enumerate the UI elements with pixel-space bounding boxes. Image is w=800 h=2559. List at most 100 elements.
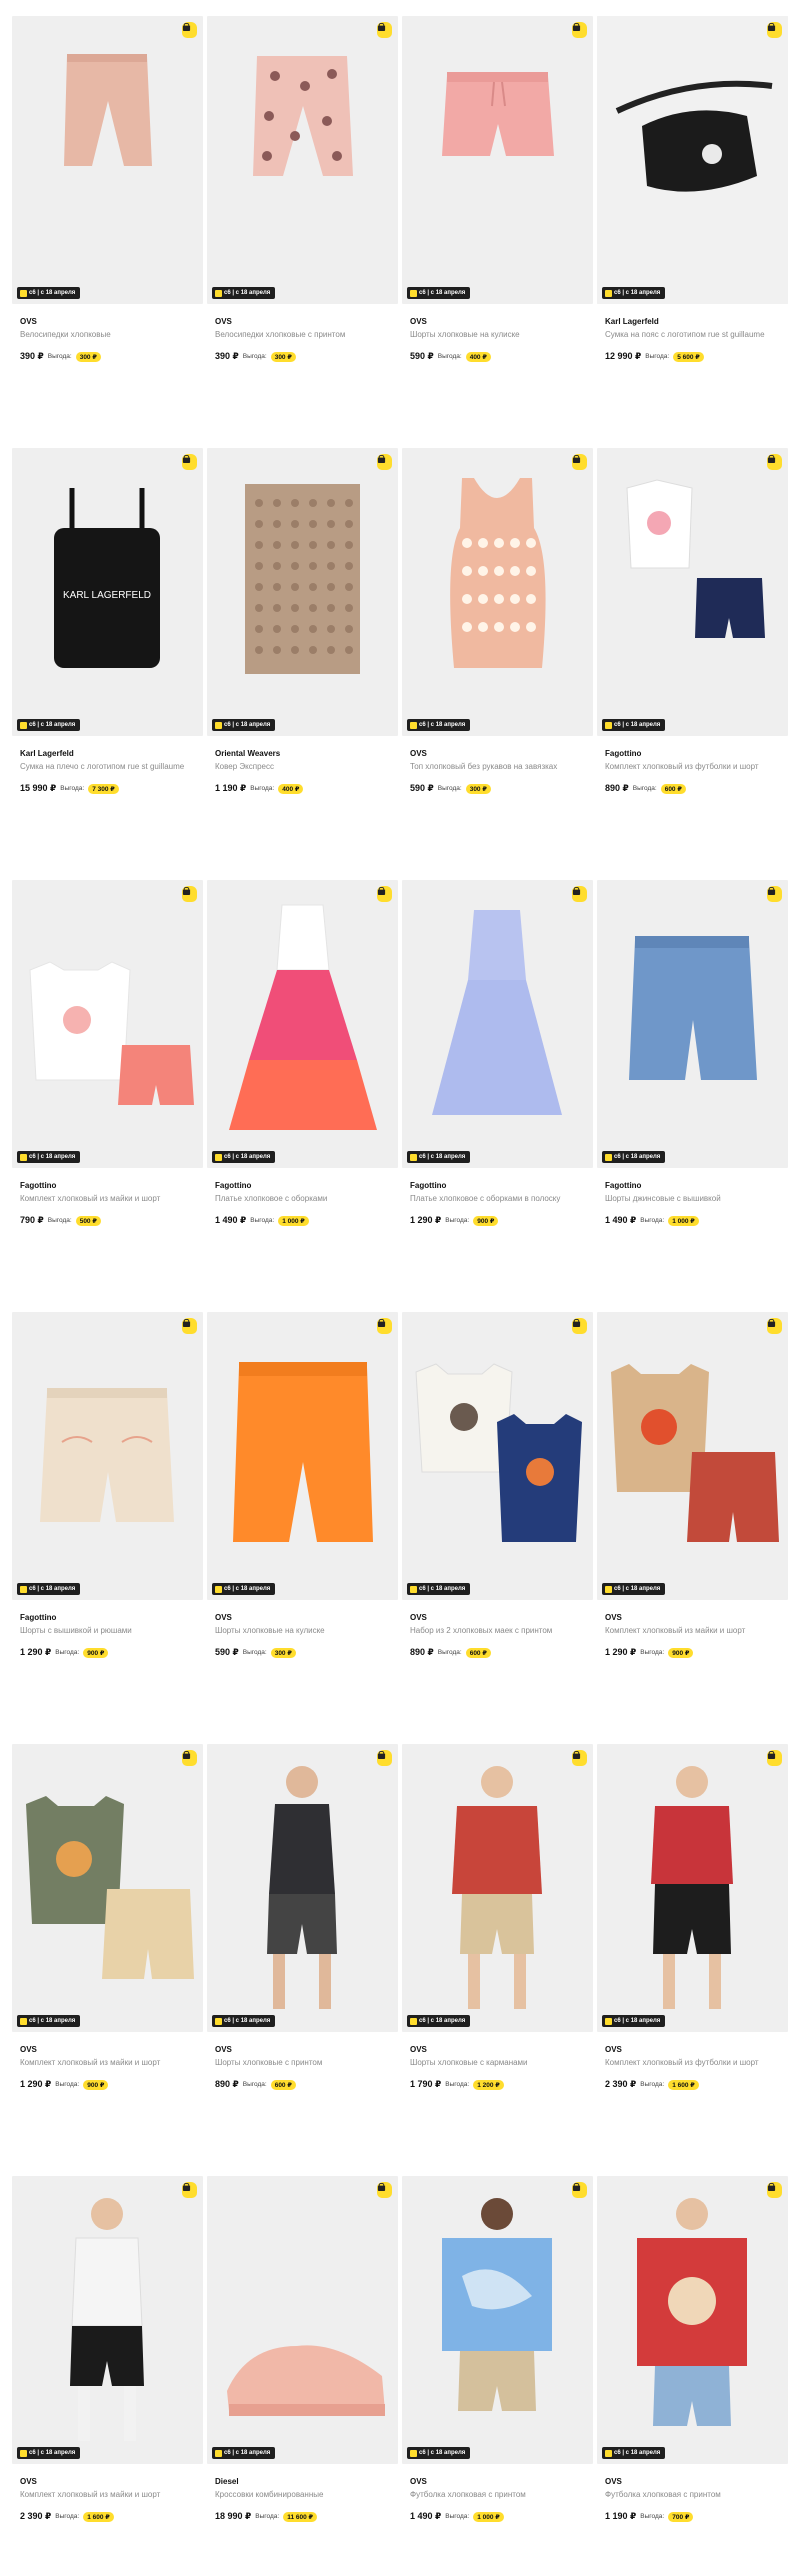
product-photo[interactable]: c6 | c 18 апреля <box>402 1744 593 2032</box>
favorite-icon[interactable] <box>377 2182 392 2198</box>
product-brand[interactable]: Fagottino <box>20 1181 203 1191</box>
product-photo[interactable]: c6 | c 18 апреля <box>207 1312 398 1600</box>
product-card[interactable]: c6 | c 18 апреля Fagottino Шорты с вышив… <box>12 1312 203 1742</box>
product-card[interactable]: c6 | c 18 апреля OVS Комплект хлопковый … <box>597 1312 788 1742</box>
product-photo[interactable]: c6 | c 18 апреля <box>597 448 788 736</box>
product-title[interactable]: Футболка хлопковая с принтом <box>410 2490 580 2500</box>
favorite-icon[interactable] <box>377 22 392 38</box>
favorite-icon[interactable] <box>767 2182 782 2198</box>
product-photo[interactable]: c6 | c 18 апреля <box>12 2176 203 2464</box>
product-photo[interactable]: c6 | c 18 апреля <box>207 2176 398 2464</box>
favorite-icon[interactable] <box>572 22 587 38</box>
product-title[interactable]: Велосипедки хлопковые с принтом <box>215 330 385 340</box>
product-title[interactable]: Ковер Экспресс <box>215 762 385 772</box>
product-card[interactable]: c6 | c 18 апреля OVS Футболка хлопковая … <box>402 2176 593 2559</box>
favorite-icon[interactable] <box>377 1318 392 1334</box>
product-brand[interactable]: Fagottino <box>605 1181 788 1191</box>
product-photo[interactable]: c6 | c 18 апреля <box>402 2176 593 2464</box>
product-card[interactable]: c6 | c 18 апреля OVS Комплект хлопковый … <box>12 2176 203 2559</box>
product-photo[interactable]: c6 | c 18 апреля <box>402 1312 593 1600</box>
product-brand[interactable]: OVS <box>20 317 203 327</box>
product-title[interactable]: Платье хлопковое с оборками <box>215 1194 385 1204</box>
product-card[interactable]: c6 | c 18 апреля OVS Шорты хлопковые с к… <box>402 1744 593 2174</box>
product-title[interactable]: Комплект хлопковый из футболки и шорт <box>605 2058 775 2068</box>
favorite-icon[interactable] <box>182 1318 197 1334</box>
product-card[interactable]: c6 | c 18 апреля OVS Комплект хлопковый … <box>12 1744 203 2174</box>
product-brand[interactable]: Fagottino <box>20 1613 203 1623</box>
favorite-icon[interactable] <box>182 1750 197 1766</box>
product-photo[interactable]: c6 | c 18 апреля <box>207 1744 398 2032</box>
product-title[interactable]: Комплект хлопковый из майки и шорт <box>20 1194 190 1204</box>
product-title[interactable]: Шорты хлопковые на кулиске <box>410 330 580 340</box>
product-card[interactable]: KARL LAGERFELD c6 | c 18 апреля Karl Lag… <box>12 448 203 878</box>
product-photo[interactable]: c6 | c 18 апреля <box>597 16 788 304</box>
product-brand[interactable]: OVS <box>410 317 593 327</box>
product-title[interactable]: Сумка на пояс с логотипом rue st guillau… <box>605 330 775 340</box>
product-brand[interactable]: OVS <box>410 2477 593 2487</box>
product-photo[interactable]: c6 | c 18 апреля <box>402 16 593 304</box>
favorite-icon[interactable] <box>767 886 782 902</box>
product-brand[interactable]: Oriental Weavers <box>215 749 398 759</box>
product-title[interactable]: Комплект хлопковый из майки и шорт <box>20 2058 190 2068</box>
product-card[interactable]: c6 | c 18 апреля Fagottino Платье хлопко… <box>402 880 593 1310</box>
product-photo[interactable]: c6 | c 18 апреля <box>12 880 203 1168</box>
product-card[interactable]: c6 | c 18 апреля Fagottino Шорты джинсов… <box>597 880 788 1310</box>
product-card[interactable]: c6 | c 18 апреля OVS Велосипедки хлопков… <box>12 16 203 446</box>
product-brand[interactable]: OVS <box>215 1613 398 1623</box>
product-photo[interactable]: c6 | c 18 апреля <box>402 448 593 736</box>
product-card[interactable]: c6 | c 18 апреля Fagottino Комплект хлоп… <box>597 448 788 878</box>
product-title[interactable]: Футболка хлопковая с принтом <box>605 2490 775 2500</box>
product-card[interactable]: c6 | c 18 апреля OVS Набор из 2 хлопковы… <box>402 1312 593 1742</box>
product-title[interactable]: Сумка на плечо с логотипом rue st guilla… <box>20 762 190 772</box>
product-photo[interactable]: c6 | c 18 апреля <box>597 880 788 1168</box>
product-photo[interactable]: c6 | c 18 апреля <box>12 16 203 304</box>
product-card[interactable]: c6 | c 18 апреля Diesel Кроссовки комбин… <box>207 2176 398 2559</box>
product-photo[interactable]: c6 | c 18 апреля <box>597 1744 788 2032</box>
product-title[interactable]: Шорты хлопковые на кулиске <box>215 1626 385 1636</box>
favorite-icon[interactable] <box>377 886 392 902</box>
favorite-icon[interactable] <box>767 1318 782 1334</box>
favorite-icon[interactable] <box>572 1318 587 1334</box>
product-title[interactable]: Набор из 2 хлопковых маек с принтом <box>410 1626 580 1636</box>
product-brand[interactable]: OVS <box>20 2045 203 2055</box>
product-card[interactable]: c6 | c 18 апреля OVS Велосипедки хлопков… <box>207 16 398 446</box>
product-card[interactable]: c6 | c 18 апреля Fagottino Платье хлопко… <box>207 880 398 1310</box>
product-photo[interactable]: c6 | c 18 апреля <box>402 880 593 1168</box>
product-card[interactable]: c6 | c 18 апреля Karl Lagerfeld Сумка на… <box>597 16 788 446</box>
favorite-icon[interactable] <box>182 886 197 902</box>
product-brand[interactable]: OVS <box>20 2477 203 2487</box>
favorite-icon[interactable] <box>767 454 782 470</box>
product-card[interactable]: c6 | c 18 апреля OVS Шорты хлопковые с п… <box>207 1744 398 2174</box>
product-brand[interactable]: Fagottino <box>215 1181 398 1191</box>
product-brand[interactable]: OVS <box>215 317 398 327</box>
product-brand[interactable]: Karl Lagerfeld <box>20 749 203 759</box>
product-title[interactable]: Шорты хлопковые с карманами <box>410 2058 580 2068</box>
favorite-icon[interactable] <box>572 454 587 470</box>
product-photo[interactable]: c6 | c 18 апреля <box>597 1312 788 1600</box>
product-brand[interactable]: OVS <box>410 2045 593 2055</box>
product-brand[interactable]: Karl Lagerfeld <box>605 317 788 327</box>
product-title[interactable]: Кроссовки комбинированные <box>215 2490 385 2500</box>
favorite-icon[interactable] <box>182 454 197 470</box>
product-brand[interactable]: OVS <box>410 749 593 759</box>
product-brand[interactable]: OVS <box>215 2045 398 2055</box>
favorite-icon[interactable] <box>182 22 197 38</box>
favorite-icon[interactable] <box>767 22 782 38</box>
product-card[interactable]: c6 | c 18 апреля OVS Шорты хлопковые на … <box>402 16 593 446</box>
product-title[interactable]: Велосипедки хлопковые <box>20 330 190 340</box>
product-photo[interactable]: c6 | c 18 апреля <box>12 1312 203 1600</box>
product-photo[interactable]: c6 | c 18 апреля <box>12 1744 203 2032</box>
product-brand[interactable]: OVS <box>605 2477 788 2487</box>
product-brand[interactable]: OVS <box>605 1613 788 1623</box>
product-title[interactable]: Шорты джинсовые с вышивкой <box>605 1194 775 1204</box>
product-title[interactable]: Комплект хлопковый из футболки и шорт <box>605 762 775 772</box>
product-title[interactable]: Шорты хлопковые с принтом <box>215 2058 385 2068</box>
product-card[interactable]: c6 | c 18 апреля Oriental Weavers Ковер … <box>207 448 398 878</box>
product-card[interactable]: c6 | c 18 апреля OVS Топ хлопковый без р… <box>402 448 593 878</box>
favorite-icon[interactable] <box>572 886 587 902</box>
product-brand[interactable]: OVS <box>410 1613 593 1623</box>
favorite-icon[interactable] <box>572 1750 587 1766</box>
product-photo[interactable]: c6 | c 18 апреля <box>207 16 398 304</box>
favorite-icon[interactable] <box>377 454 392 470</box>
product-title[interactable]: Платье хлопковое с оборками в полоску <box>410 1194 580 1204</box>
